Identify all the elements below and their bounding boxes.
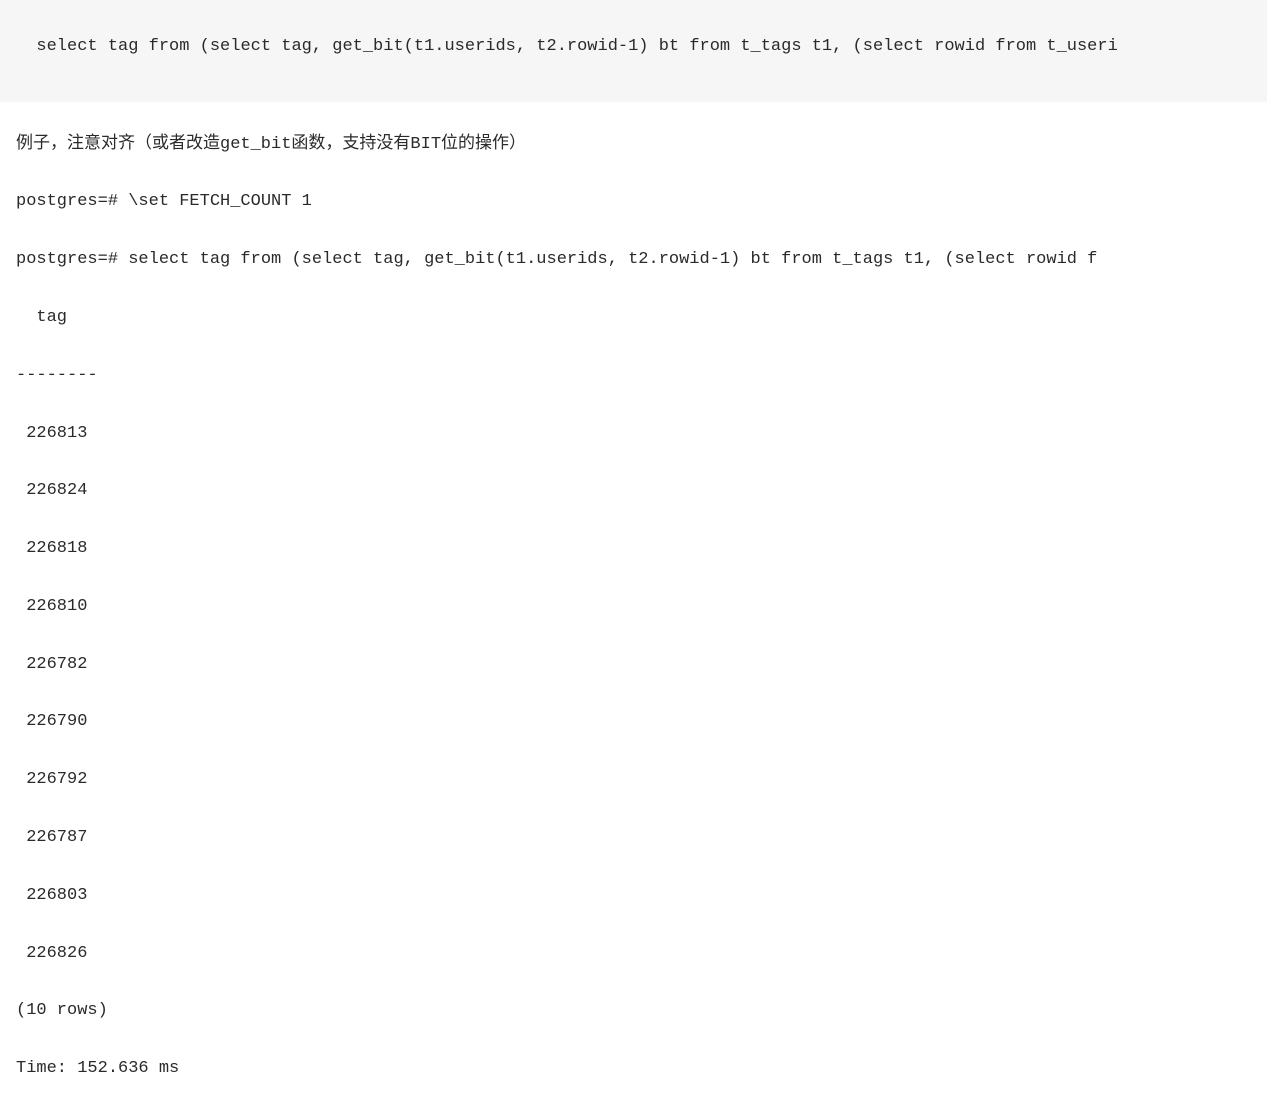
result-row: 226792 [16,766,1251,795]
result-row: 226787 [16,824,1251,853]
row-count: (10 rows) [16,997,1251,1026]
result-row: 226782 [16,651,1251,680]
result-row: 226826 [16,940,1251,969]
comment-text: 例子，注意对齐（或者改造get_bit函数，支持没有BIT位的操作） [16,131,1251,160]
result-row: 226813 [16,420,1251,449]
sql-query-top: select tag from (select tag, get_bit(t1.… [36,37,1117,56]
code-block-header: select tag from (select tag, get_bit(t1.… [0,0,1267,102]
result-row: 226818 [16,535,1251,564]
psql-command-1: postgres=# \set FETCH_COUNT 1 [16,188,1251,217]
psql-command-2: postgres=# select tag from (select tag, … [16,246,1251,275]
result-row: 226803 [16,882,1251,911]
result-row: 226790 [16,708,1251,737]
execution-time: Time: 152.636 ms [16,1055,1251,1084]
main-content: 例子，注意对齐（或者改造get_bit函数，支持没有BIT位的操作） postg… [0,102,1267,1113]
result-header: tag [16,304,1251,333]
result-row: 226810 [16,593,1251,622]
result-divider: -------- [16,362,1251,391]
result-row: 226824 [16,477,1251,506]
